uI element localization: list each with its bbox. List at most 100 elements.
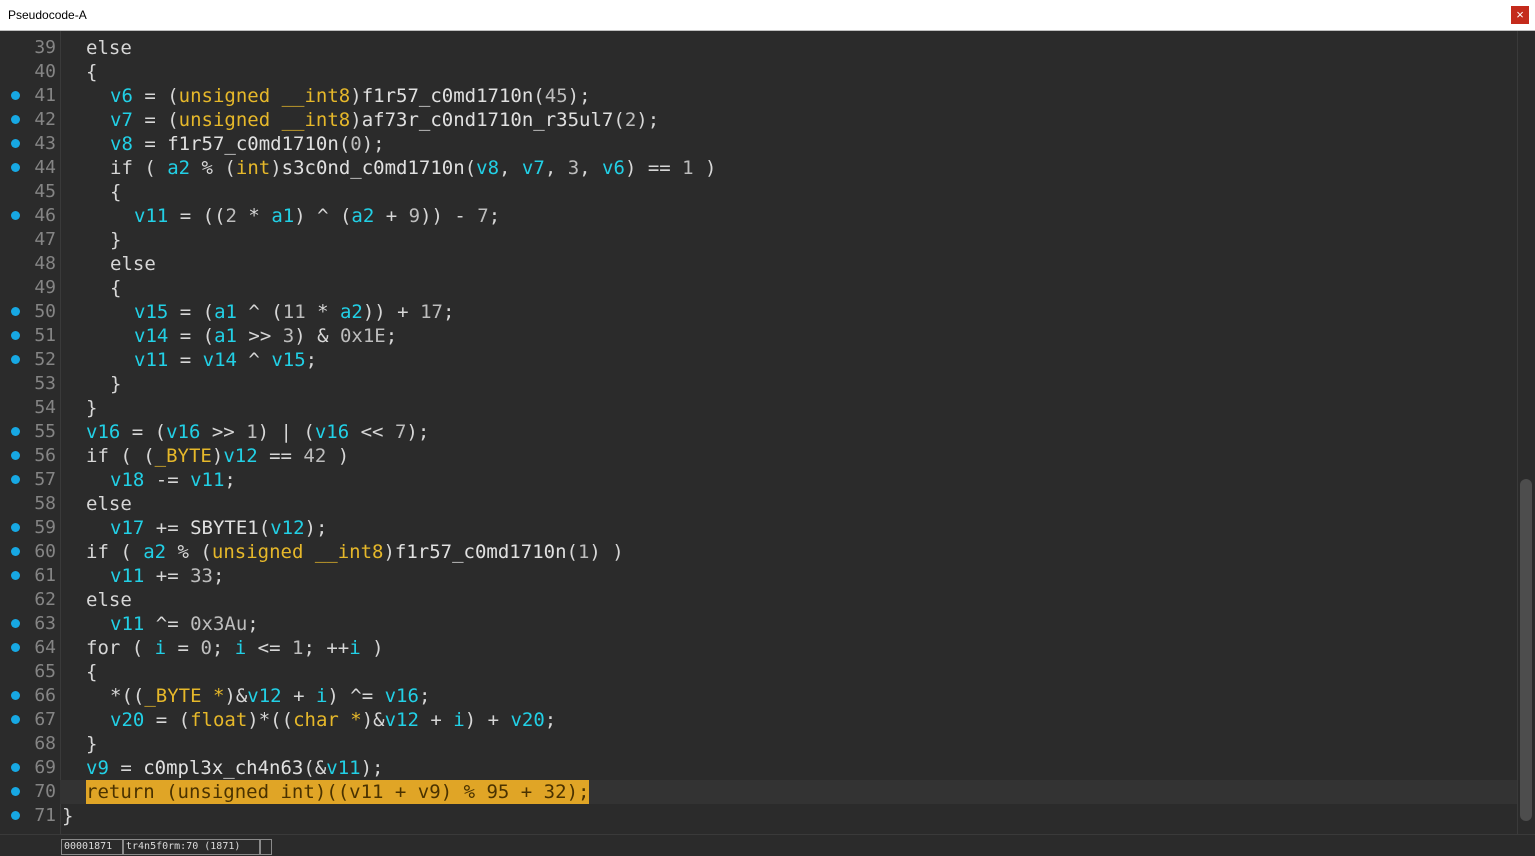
code-line[interactable]: 54} [0,396,1517,420]
code-text[interactable]: } [110,228,121,252]
breakpoint-dot-icon[interactable] [11,163,20,172]
code-line[interactable]: 65 { [0,660,1517,684]
breakpoint-dot-icon[interactable] [11,715,20,724]
breakpoint-dot-icon[interactable] [11,115,20,124]
breakpoint-dot-icon[interactable] [11,787,20,796]
code-line[interactable]: 45 { [0,180,1517,204]
code-line[interactable]: 70 return (unsigned int)((v11 + v9) % 95 … [0,780,1517,804]
code-line[interactable]: 53} [0,372,1517,396]
breakpoint-dot-icon[interactable] [11,811,20,820]
breakpoint-dot-icon[interactable] [11,139,20,148]
code-line[interactable]: 47} [0,228,1517,252]
code-token-type: _BYTE * [144,685,225,707]
code-text[interactable]: v9 = c0mpl3x_ch4n63(&v11); [86,756,383,780]
code-line[interactable]: 39 else [0,36,1517,60]
highlighted-code-text[interactable]: return (unsigned int)((v11 + v9) % 95 + … [86,780,590,804]
breakpoint-dot-icon[interactable] [11,355,20,364]
code-token-plain: ; [418,685,431,707]
code-text[interactable]: if ( a2 % (unsigned __int8)f1r57_c0md171… [86,540,624,564]
code-line[interactable]: 64 for ( i = 0; i <= 1; ++i ) [0,636,1517,660]
code-line[interactable]: 62 else [0,588,1517,612]
code-line[interactable]: 46 v11 = ((2 * a1) ^ (a2 + 9)) - 7; [0,204,1517,228]
code-text[interactable]: v6 = (unsigned __int8)f1r57_c0md1710n(45… [110,84,591,108]
code-line[interactable]: 60 if ( a2 % (unsigned __int8)f1r57_c0md1… [0,540,1517,564]
code-text[interactable]: v15 = (a1 ^ (11 * a2)) + 17; [134,300,454,324]
code-line[interactable]: 71} [0,804,1517,828]
code-token-var: v12 [384,709,419,731]
code-line[interactable]: 59 v17 += SBYTE1(v12); [0,516,1517,540]
breakpoint-dot-icon[interactable] [11,475,20,484]
code-text[interactable]: v18 -= v11; [110,468,236,492]
code-text[interactable]: v11 = ((2 * a1) ^ (a2 + 9)) - 7; [134,204,500,228]
code-text[interactable]: v11 ^= 0x3Au; [110,612,259,636]
code-line[interactable]: 57 v18 -= v11; [0,468,1517,492]
code-line[interactable]: 55 v16 = (v16 >> 1) | (v16 << 7); [0,420,1517,444]
code-text[interactable]: else [86,492,132,516]
code-text[interactable]: } [110,372,121,396]
code-line[interactable]: 67 v20 = (float)*((char *)&v12 + i) + v20… [0,708,1517,732]
code-text[interactable]: else [110,252,156,276]
code-text[interactable]: v11 = v14 ^ v15; [134,348,317,372]
code-line[interactable]: 63 v11 ^= 0x3Au; [0,612,1517,636]
breakpoint-dot-icon[interactable] [11,91,20,100]
code-line[interactable]: 52 v11 = v14 ^ v15; [0,348,1517,372]
code-line[interactable]: 50 v15 = (a1 ^ (11 * a2)) + 17; [0,300,1517,324]
code-text[interactable]: } [86,396,97,420]
breakpoint-dot-icon[interactable] [11,571,20,580]
code-line[interactable]: 43 v8 = f1r57_c0md1710n(0); [0,132,1517,156]
code-line[interactable]: 66 *((_BYTE *)&v12 + i) ^= v16; [0,684,1517,708]
code-token-plain: ; [224,469,236,491]
code-line[interactable]: 68} [0,732,1517,756]
code-line[interactable]: 44 if ( a2 % (int)s3c0nd_c0md1710n(v8, v7… [0,156,1517,180]
code-text[interactable]: { [110,180,121,204]
code-text[interactable]: if ( (_BYTE)v12 == 42 ) [86,444,349,468]
breakpoint-dot-icon[interactable] [11,211,20,220]
code-line[interactable]: 58 else [0,492,1517,516]
code-text[interactable]: } [86,732,97,756]
breakpoint-dot-icon[interactable] [11,451,20,460]
code-line[interactable]: 40 { [0,60,1517,84]
code-text[interactable]: v17 += SBYTE1(v12); [110,516,327,540]
code-text[interactable]: v14 = (a1 >> 3) & 0x1E; [134,324,397,348]
close-button[interactable]: × [1511,6,1529,24]
code-text[interactable]: else [86,588,132,612]
code-line[interactable]: 48 else [0,252,1517,276]
code-text[interactable]: v11 += 33; [110,564,224,588]
code-token-plain: ; [212,565,225,587]
code-text[interactable]: } [62,804,73,828]
breakpoint-dot-icon[interactable] [11,643,20,652]
code-token-plain: } [86,397,98,419]
code-line[interactable]: 61 v11 += 33; [0,564,1517,588]
scroll-thumb[interactable] [1520,479,1532,821]
code-text[interactable]: { [86,60,97,84]
code-line[interactable]: 42 v7 = (unsigned __int8)af73r_c0nd1710n_… [0,108,1517,132]
code-token-plain: } [86,733,98,755]
code-text[interactable]: for ( i = 0; i <= 1; ++i ) [86,636,384,660]
code-editor[interactable]: 39 else 40{41 v6 = (unsigned __int8)f1r57_c… [0,31,1517,834]
code-token-var: v9 [86,757,109,779]
code-text[interactable]: if ( a2 % (int)s3c0nd_c0md1710n(v8, v7, … [110,156,716,180]
breakpoint-dot-icon[interactable] [11,763,20,772]
code-text[interactable]: else [86,36,132,60]
vertical-scrollbar[interactable] [1517,31,1535,834]
code-text[interactable]: v8 = f1r57_c0md1710n(0); [110,132,385,156]
code-text[interactable]: { [86,660,97,684]
breakpoint-dot-icon[interactable] [11,523,20,532]
breakpoint-dot-icon[interactable] [11,547,20,556]
code-token-kw: else [86,589,132,611]
code-line[interactable]: 56 if ( (_BYTE)v12 == 42 ) [0,444,1517,468]
code-text[interactable]: v20 = (float)*((char *)&v12 + i) + v20; [110,708,556,732]
code-text[interactable]: *((_BYTE *)&v12 + i) ^= v16; [110,684,430,708]
breakpoint-dot-icon[interactable] [11,331,20,340]
code-line[interactable]: 49 { [0,276,1517,300]
code-line[interactable]: 51 v14 = (a1 >> 3) & 0x1E; [0,324,1517,348]
code-text[interactable]: { [110,276,121,300]
breakpoint-dot-icon[interactable] [11,307,20,316]
code-line[interactable]: 41 v6 = (unsigned __int8)f1r57_c0md1710n(… [0,84,1517,108]
code-text[interactable]: v7 = (unsigned __int8)af73r_c0nd1710n_r3… [110,108,659,132]
breakpoint-dot-icon[interactable] [11,691,20,700]
breakpoint-dot-icon[interactable] [11,427,20,436]
code-text[interactable]: v16 = (v16 >> 1) | (v16 << 7); [86,420,429,444]
code-line[interactable]: 69 v9 = c0mpl3x_ch4n63(&v11); [0,756,1517,780]
breakpoint-dot-icon[interactable] [11,619,20,628]
